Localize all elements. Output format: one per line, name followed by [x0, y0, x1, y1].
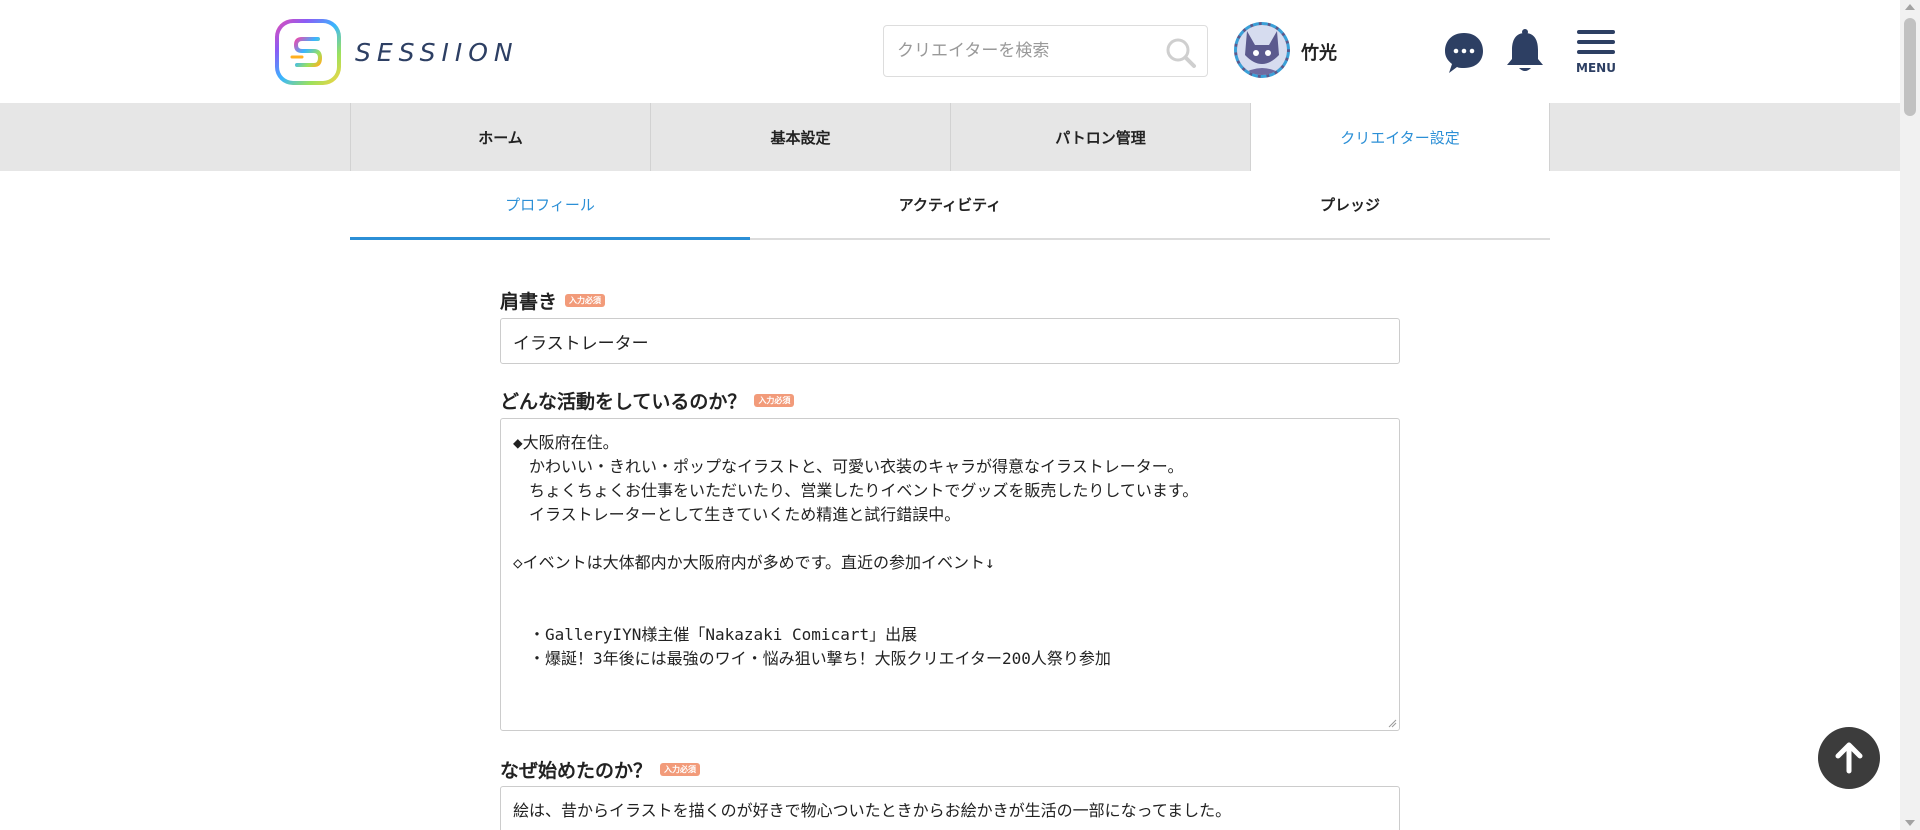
logo-text: SESSIION: [355, 37, 519, 67]
site-header: SESSIION 竹光 MENU: [0, 0, 1900, 103]
textarea-line: イラストレーターとして生きていくため精進と試行錯誤中。: [513, 505, 961, 524]
avatar[interactable]: [1234, 22, 1290, 78]
menu-icon-bar: [1577, 40, 1615, 44]
back-to-top-button[interactable]: [1818, 727, 1880, 789]
textarea-line: ちょくちょくお仕事をいただいたり、営業したりイベントでグッズを販売したりしていま…: [513, 481, 1199, 500]
reason-textarea[interactable]: 絵は、昔からイラストを描くのが好きで物心ついたときからお絵かきが生活の一部になっ…: [500, 786, 1400, 830]
field-label-activity: どんな活動をしているのか？ 入力必須: [500, 387, 795, 414]
required-badge: 入力必須: [754, 394, 795, 407]
textarea-line: 絵は、昔からイラストを描くのが好きで物心ついたときからお絵かきが生活の一部になっ…: [513, 801, 1232, 820]
page-scrollbar[interactable]: [1900, 0, 1920, 830]
textarea-line: [513, 527, 1387, 551]
main-tabs: ホーム 基本設定 パトロン管理 クリエイター設定: [0, 103, 1900, 171]
subtab-profile[interactable]: プロフィール: [350, 171, 750, 240]
field-label-reason: なぜ始めたのか？ 入力必須: [500, 756, 701, 783]
site-logo[interactable]: SESSIION: [275, 19, 519, 85]
avatar-image-icon: [1237, 25, 1287, 75]
menu-label: MENU: [1576, 61, 1616, 75]
textarea-line: ◆大阪府在住。: [513, 433, 619, 452]
textarea-line: [513, 575, 1387, 599]
menu-button[interactable]: MENU: [1575, 28, 1617, 76]
field-label-text: どんな活動をしているのか？: [500, 391, 747, 413]
subtab-pledge[interactable]: プレッジ: [1150, 171, 1550, 238]
search-input[interactable]: [884, 27, 1144, 75]
chat-icon[interactable]: [1443, 31, 1485, 75]
tab-home[interactable]: ホーム: [350, 103, 650, 171]
arrow-up-icon: [1835, 742, 1863, 774]
username[interactable]: 竹光: [1301, 39, 1337, 65]
search-icon[interactable]: [1165, 37, 1197, 69]
textarea-line: ・GalleryIYN様主催「Nakazaki Comicart」出展: [513, 625, 918, 644]
tab-patron-management[interactable]: パトロン管理: [950, 103, 1250, 171]
scroll-up-icon[interactable]: [1905, 4, 1915, 10]
textarea-line: ◇イベントは大体都内か大阪府内が多めです。直近の参加イベント↓: [513, 553, 995, 572]
scroll-thumb[interactable]: [1904, 18, 1916, 116]
required-badge: 入力必須: [660, 763, 701, 776]
scroll-down-icon[interactable]: [1905, 820, 1915, 826]
subtab-activity[interactable]: アクティビティ: [750, 171, 1150, 238]
tab-basic-settings[interactable]: 基本設定: [650, 103, 950, 171]
textarea-line: かわいい・きれい・ポップなイラストと、可愛い衣装のキャラが得意なイラストレーター…: [513, 457, 1184, 476]
creator-search: [883, 25, 1208, 77]
menu-icon: [1577, 30, 1615, 34]
resize-handle-icon[interactable]: [1387, 718, 1397, 728]
textarea-line: [513, 599, 1387, 623]
logo-mark-icon: [275, 19, 341, 85]
activity-textarea[interactable]: ◆大阪府在住。 かわいい・きれい・ポップなイラストと、可愛い衣装のキャラが得意な…: [500, 418, 1400, 731]
field-label-text: 肩書き: [500, 291, 558, 313]
required-badge: 入力必須: [565, 294, 606, 307]
title-input-value: イラストレーター: [513, 333, 649, 354]
title-input[interactable]: イラストレーター: [500, 318, 1400, 364]
field-label-title: 肩書き 入力必須: [500, 287, 606, 314]
tab-creator-settings[interactable]: クリエイター設定: [1250, 103, 1550, 171]
bell-icon[interactable]: [1505, 28, 1545, 74]
field-label-text: なぜ始めたのか？: [500, 760, 653, 782]
textarea-line: ・爆誕！3年後には最強のワイ・悩み狙い撃ち！大阪クリエイター200人祭り参加: [513, 649, 1111, 668]
menu-icon-bar: [1577, 50, 1615, 54]
sub-tabs: プロフィール アクティビティ プレッジ: [350, 171, 1550, 240]
